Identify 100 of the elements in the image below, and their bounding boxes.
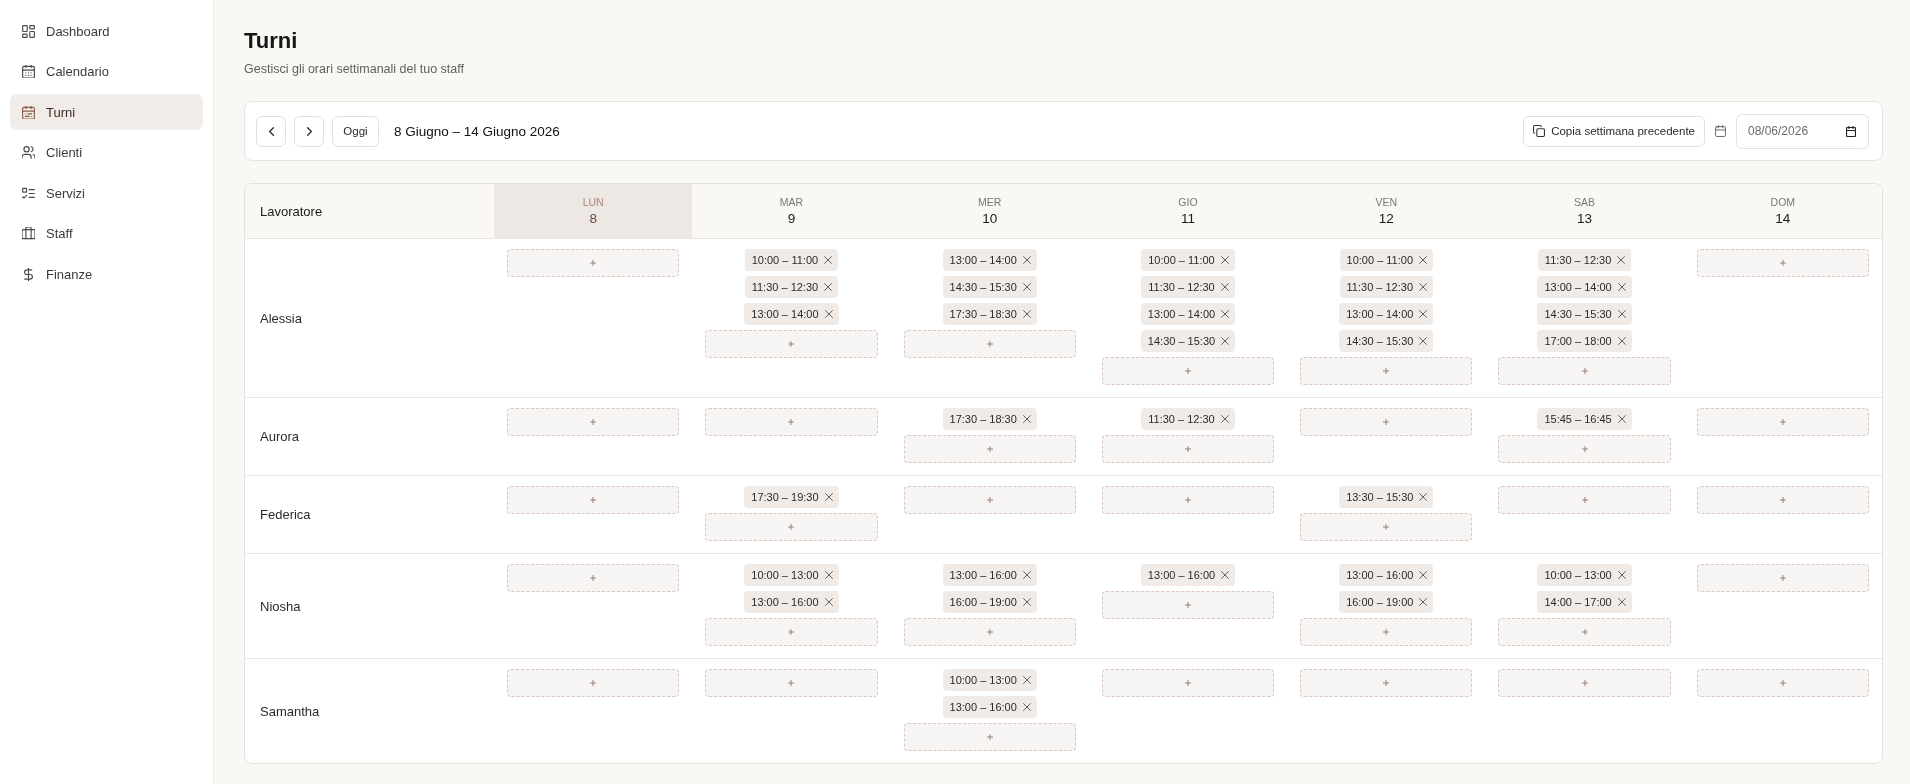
plus-icon [788, 680, 795, 686]
close-icon[interactable] [1617, 337, 1626, 345]
close-icon[interactable] [824, 283, 833, 291]
close-icon[interactable] [1220, 415, 1229, 423]
copy-week-button[interactable]: Copia settimana precedente [1523, 115, 1705, 147]
close-icon[interactable] [824, 310, 833, 318]
add-shift-button[interactable] [1696, 408, 1869, 436]
plus-icon [590, 419, 597, 425]
add-shift-button[interactable] [1101, 591, 1275, 619]
sidebar-item[interactable]: Dashboard [10, 13, 203, 49]
next-week-button[interactable] [294, 115, 324, 147]
add-shift-button[interactable] [507, 408, 680, 436]
close-icon[interactable] [1419, 571, 1428, 579]
add-shift-button[interactable] [1696, 564, 1869, 592]
sidebar-item[interactable]: Turni [10, 94, 203, 130]
calendar-icon[interactable] [1846, 125, 1856, 137]
close-icon[interactable] [1617, 598, 1626, 606]
add-shift-button[interactable] [1101, 435, 1275, 463]
previous-week-button[interactable] [256, 115, 286, 147]
add-shift-button[interactable] [1300, 357, 1473, 385]
close-icon[interactable] [1022, 703, 1031, 711]
column-header: Lavoratore [245, 184, 494, 238]
close-icon[interactable] [1419, 337, 1428, 345]
add-shift-button[interactable] [903, 486, 1076, 514]
add-shift-button[interactable] [705, 669, 878, 697]
add-shift-button[interactable] [507, 669, 680, 697]
add-shift-button[interactable] [1300, 513, 1473, 541]
close-icon[interactable] [824, 493, 833, 501]
close-icon[interactable] [1220, 283, 1229, 291]
close-icon[interactable] [1220, 256, 1229, 264]
add-shift-button[interactable] [1696, 249, 1869, 277]
close-icon[interactable] [824, 598, 833, 606]
add-shift-button[interactable] [1101, 669, 1275, 697]
close-icon[interactable] [1617, 283, 1626, 291]
sidebar-item[interactable]: Staff [10, 215, 203, 252]
shift-time: 13:00 – 14:00 [1346, 308, 1414, 320]
close-icon[interactable] [1022, 283, 1031, 291]
close-icon[interactable] [1419, 493, 1428, 501]
add-shift-button[interactable] [903, 330, 1076, 358]
close-icon[interactable] [1022, 415, 1031, 423]
add-shift-button[interactable] [705, 513, 878, 541]
shift-time: 14:30 – 15:30 [1147, 335, 1216, 347]
sidebar-item[interactable]: Calendario [10, 53, 203, 90]
add-shift-button[interactable] [507, 564, 680, 592]
close-icon[interactable] [1022, 676, 1031, 684]
sidebar-item[interactable]: Finanze [10, 256, 203, 292]
plus-icon [1779, 497, 1786, 503]
close-icon[interactable] [824, 571, 833, 579]
shift-time: 13:00 – 16:00 [1147, 569, 1216, 581]
add-shift-button[interactable] [507, 249, 680, 277]
close-icon[interactable] [824, 256, 833, 264]
add-shift-button[interactable] [1300, 618, 1473, 646]
add-shift-button[interactable] [507, 486, 680, 514]
close-icon[interactable] [1419, 256, 1427, 264]
close-icon[interactable] [1022, 598, 1031, 606]
close-icon[interactable] [1221, 310, 1230, 318]
add-shift-button[interactable] [1498, 669, 1671, 697]
shift-time: 17:00 – 18:00 [1544, 335, 1612, 347]
add-shift-button[interactable] [1101, 357, 1275, 385]
plus-icon [1779, 419, 1786, 425]
add-shift-button[interactable] [1300, 669, 1473, 697]
close-icon[interactable] [1617, 415, 1626, 423]
plus-icon [986, 341, 993, 347]
close-icon[interactable] [1221, 337, 1230, 345]
add-shift-button[interactable] [1696, 669, 1869, 697]
worker-name: Alessia [260, 310, 302, 326]
shift-time: 13:00 – 14:00 [751, 308, 819, 320]
add-shift-button[interactable] [705, 408, 878, 436]
plus-icon [1779, 680, 1786, 686]
close-icon[interactable] [1617, 571, 1626, 579]
add-shift-button[interactable] [1498, 357, 1671, 385]
plus-icon [788, 341, 795, 347]
add-shift-button[interactable] [1696, 486, 1869, 514]
add-shift-button[interactable] [903, 618, 1076, 646]
close-icon[interactable] [1419, 598, 1428, 606]
add-shift-button[interactable] [1101, 486, 1275, 514]
close-icon[interactable] [1022, 571, 1031, 579]
add-shift-button[interactable] [1498, 618, 1671, 646]
close-icon[interactable] [1022, 256, 1031, 264]
close-icon[interactable] [1419, 310, 1428, 318]
add-shift-button[interactable] [705, 330, 878, 358]
plus-icon [1185, 680, 1191, 686]
add-shift-button[interactable] [1498, 486, 1671, 514]
sidebar-item[interactable]: Clienti [10, 134, 203, 171]
close-icon[interactable] [1022, 310, 1031, 318]
sidebar-item[interactable]: Servizi [10, 175, 203, 211]
weekday-label: MER [978, 195, 1002, 208]
close-icon[interactable] [1617, 310, 1626, 318]
add-shift-button[interactable] [903, 723, 1076, 751]
shift-time: 13:00 – 14:00 [949, 254, 1017, 266]
today-button[interactable]: Oggi [332, 115, 379, 147]
add-shift-button[interactable] [903, 435, 1076, 463]
add-shift-button[interactable] [1300, 408, 1473, 436]
close-icon[interactable] [1221, 571, 1230, 579]
close-icon[interactable] [1617, 256, 1626, 264]
date-field[interactable]: 08/06/2026 [1736, 113, 1869, 149]
add-shift-button[interactable] [705, 618, 878, 646]
shift-time: 13:00 – 16:00 [949, 701, 1017, 713]
add-shift-button[interactable] [1498, 435, 1671, 463]
close-icon[interactable] [1419, 283, 1427, 291]
